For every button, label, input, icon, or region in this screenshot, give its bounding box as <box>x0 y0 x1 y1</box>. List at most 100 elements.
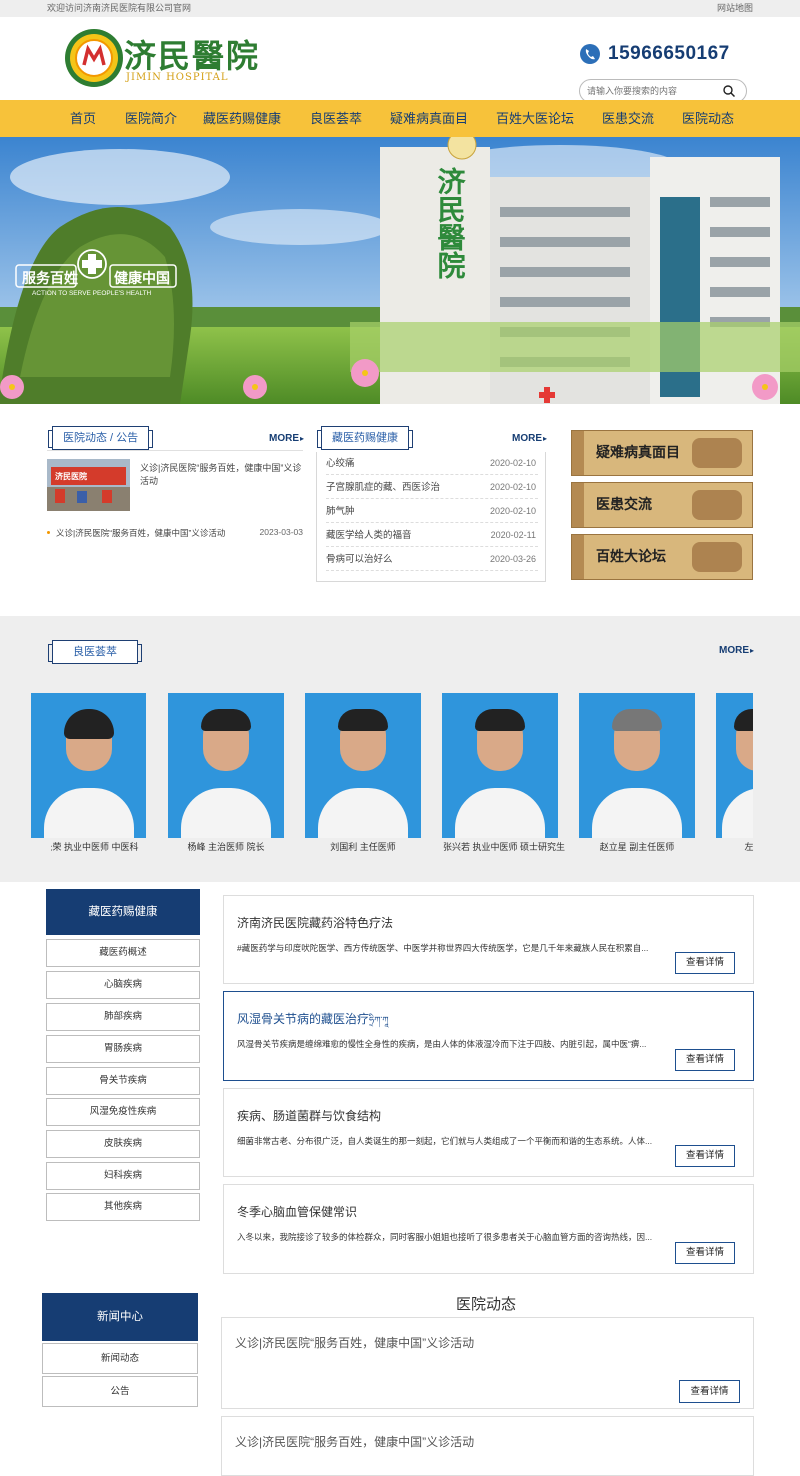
doctor-caption[interactable]: 赵立星 副主任医师 <box>573 840 701 854</box>
promo-doctor-patient[interactable]: 医患交流 <box>571 482 753 528</box>
sidebar-item[interactable]: 妇科疾病 <box>46 1162 200 1190</box>
view-details-button[interactable]: 查看详情 <box>675 1049 735 1071</box>
article-summary: #藏医药学与印度吠陀医学、西方传统医学、中医学并称世界四大传统医学，它是几千年来… <box>237 943 649 953</box>
news-sidebar: 新闻中心 新闻动态 公告 <box>42 1293 198 1407</box>
phone-icon <box>580 44 600 64</box>
doctor-caption[interactable]: 刘国利 主任医师 <box>299 840 427 854</box>
doctor-photo[interactable] <box>305 693 421 838</box>
building-sign-text: 济民醫院 <box>434 167 467 279</box>
sidebar-item[interactable]: 胃肠疾病 <box>46 1035 200 1063</box>
nav-hospital-news[interactable]: 医院动态 <box>682 100 734 137</box>
phone-number-text: 15966650167 <box>608 43 730 64</box>
category-sidebar-title[interactable]: 藏医药赐健康 <box>46 889 200 935</box>
promo-difficult-diseases[interactable]: 疑难病真面目 <box>571 430 753 476</box>
doctor-photo[interactable] <box>168 693 284 838</box>
article-card[interactable]: 风湿骨关节病的藏医治疗ཧྲིཀ་ཀཱ 风湿骨关节疾病是缠绵难愈的慢性全身性的疾病… <box>223 991 754 1081</box>
news-sidebar-title[interactable]: 新闻中心 <box>42 1293 198 1341</box>
doctors-more-link[interactable]: MORE <box>719 645 754 656</box>
hospital-news-heading: 医院动态 <box>456 1296 517 1313</box>
logo-chinese-text: 济民醫院 <box>124 37 261 75</box>
news-divider <box>47 450 303 451</box>
featured-news-title[interactable]: 义诊|济民医院“服务百姓，健康中国”义诊活动 <box>140 462 303 488</box>
article-title[interactable]: 冬季心脑血管保健常识 <box>237 1203 357 1220</box>
doctor-caption[interactable]: 杨峰 主治医师 院长 <box>162 840 290 854</box>
article-card[interactable]: 济南济民医院藏药浴特色疗法 #藏医药学与印度吠陀医学、西方传统医学、中医学并称世… <box>223 895 754 984</box>
sidebar-item[interactable]: 骨关节疾病 <box>46 1067 200 1095</box>
news-item-date: 2023-03-03 <box>259 527 303 537</box>
zang-medicine-tag: 藏医药赐健康 <box>317 426 413 450</box>
sidebar-item[interactable]: 风湿免疫性疾病 <box>46 1098 200 1126</box>
news-card[interactable]: 义诊|济民医院“服务百姓，健康中国”义诊活动 查看详情 <box>221 1317 754 1409</box>
doctor-caption[interactable]: 左 <box>744 840 754 854</box>
list-item[interactable]: 肺气肿 2020-02-10 <box>326 500 538 523</box>
promo-forum[interactable]: 百姓大论坛 <box>571 534 753 580</box>
article-summary: 细菌非常古老、分布很广泛，自人类诞生的那一刻起，它们就与人类组成了一个平衡而和谐… <box>237 1136 653 1146</box>
nav-difficult-diseases[interactable]: 疑难病真面目 <box>390 100 468 137</box>
tab-hospital-news[interactable]: 医院动态 <box>63 432 107 444</box>
sidebar-item[interactable]: 其他疾病 <box>46 1193 200 1221</box>
main-nav: 首页 医院简介 藏医药赐健康 良医荟萃 疑难病真面目 百姓大医论坛 医患交流 医… <box>0 100 800 137</box>
sidebar-item[interactable]: 新闻动态 <box>42 1343 198 1374</box>
article-title[interactable]: 风湿骨关节病的藏医治疗ཧྲིཀ་ཀཱ <box>237 1010 389 1036</box>
sidebar-item[interactable]: 藏医药概述 <box>46 939 200 967</box>
article-summary: 入冬以来，我院接诊了较多的体检群众，同时客服小姐姐也接听了很多患者关于心脑血管方… <box>237 1232 653 1242</box>
zang-medicine-title[interactable]: 藏医药赐健康 <box>332 432 398 444</box>
nav-doctor-patient[interactable]: 医患交流 <box>602 100 654 137</box>
hero-banner[interactable]: 济民醫院 服务百姓 健康中国 ACTION TO SERVE PEOPLE'S … <box>0 137 800 404</box>
list-item[interactable]: 子宫腺肌症的藏、西医诊治 2020-02-10 <box>326 476 538 499</box>
search-input[interactable] <box>587 83 717 99</box>
hospital-logo[interactable]: 济民醫院 JIMIN HOSPITAL <box>64 25 274 91</box>
doctors-title-tag: 良医荟萃 <box>48 640 142 664</box>
banner-slogan-english: ACTION TO SERVE PEOPLE'S HEALTH <box>32 290 152 297</box>
sidebar-item[interactable]: 心脑疾病 <box>46 971 200 999</box>
news-thumbnail-caption: 济民医院 <box>55 472 87 481</box>
article-summary: 风湿骨关节疾病是缠绵难愈的慢性全身性的疾病，是由人体的体液湿冷而下注于四肢、内脏… <box>237 1039 647 1049</box>
sidebar-item[interactable]: 公告 <box>42 1376 198 1407</box>
tab-announcement[interactable]: 公告 <box>116 432 138 444</box>
article-card[interactable]: 冬季心脑血管保健常识 入冬以来，我院接诊了较多的体检群众，同时客服小姐姐也接听了… <box>223 1184 754 1274</box>
doctor-photo[interactable] <box>716 693 753 838</box>
doctor-photo[interactable] <box>579 693 695 838</box>
news-card-title[interactable]: 义诊|济民医院“服务百姓，健康中国”义诊活动 <box>235 1334 474 1351</box>
view-details-button[interactable]: 查看详情 <box>675 952 735 974</box>
view-details-button[interactable]: 查看详情 <box>675 1242 735 1264</box>
zang-more-link[interactable]: MORE <box>512 433 547 444</box>
herbs-icon <box>692 438 742 468</box>
news-card[interactable]: 义诊|济民医院“服务百姓，健康中国”义诊活动 <box>221 1416 754 1476</box>
bullet-icon <box>47 531 50 534</box>
nav-tibetan-medicine[interactable]: 藏医药赐健康 <box>203 100 281 137</box>
view-details-button[interactable]: 查看详情 <box>675 1145 735 1167</box>
header: 济民醫院 JIMIN HOSPITAL 15966650167 <box>0 17 800 103</box>
doctor-photo[interactable] <box>442 693 558 838</box>
news-card-title[interactable]: 义诊|济民医院“服务百姓，健康中国”义诊活动 <box>235 1433 474 1450</box>
top-bar: 欢迎访问济南济民医院有限公司官网 网站地图 <box>0 0 800 17</box>
doctor-caption[interactable]: 张兴若 执业中医师 硕士研究生 <box>440 840 568 854</box>
banner-slogan-left: 服务百姓 <box>22 270 78 286</box>
view-details-button[interactable]: 查看详情 <box>679 1380 740 1403</box>
nav-forum[interactable]: 百姓大医论坛 <box>496 100 574 137</box>
doctor-photo[interactable] <box>31 693 146 838</box>
consultation-icon <box>692 490 742 520</box>
search-icon[interactable] <box>723 85 735 97</box>
banner-slogan-right: 健康中国 <box>114 270 170 286</box>
list-item[interactable]: 藏医学给人类的福音 2020-02-11 <box>326 524 538 547</box>
article-title[interactable]: 疾病、肠道菌群与饮食结构 <box>237 1107 381 1124</box>
article-title[interactable]: 济南济民医院藏药浴特色疗法 <box>237 914 393 931</box>
sitemap-link[interactable]: 网站地图 <box>717 0 753 17</box>
welcome-text: 欢迎访问济南济民医院有限公司官网 <box>47 3 192 13</box>
books-icon <box>692 542 742 572</box>
news-tabs: 医院动态 / 公告 <box>47 426 154 450</box>
nav-hospital-intro[interactable]: 医院简介 <box>125 100 177 137</box>
list-item[interactable]: 心绞痛 2020-02-10 <box>326 452 538 475</box>
logo-english-text: JIMIN HOSPITAL <box>126 72 229 83</box>
news-item-title[interactable]: 义诊|济民医院“服务百姓，健康中国”义诊活动 <box>56 527 225 539</box>
sidebar-item[interactable]: 肺部疾病 <box>46 1003 200 1031</box>
news-more-link[interactable]: MORE <box>269 433 304 444</box>
nav-doctors[interactable]: 良医荟萃 <box>310 100 362 137</box>
list-item[interactable]: 骨病可以治好么 2020-03-26 <box>326 548 538 571</box>
sidebar-item[interactable]: 皮肤疾病 <box>46 1130 200 1158</box>
nav-home[interactable]: 首页 <box>70 100 96 137</box>
article-card[interactable]: 疾病、肠道菌群与饮食结构 细菌非常古老、分布很广泛，自人类诞生的那一刻起，它们就… <box>223 1088 754 1177</box>
doctors-title[interactable]: 良医荟萃 <box>73 646 117 658</box>
news-thumbnail[interactable]: 济民医院 <box>47 459 130 511</box>
